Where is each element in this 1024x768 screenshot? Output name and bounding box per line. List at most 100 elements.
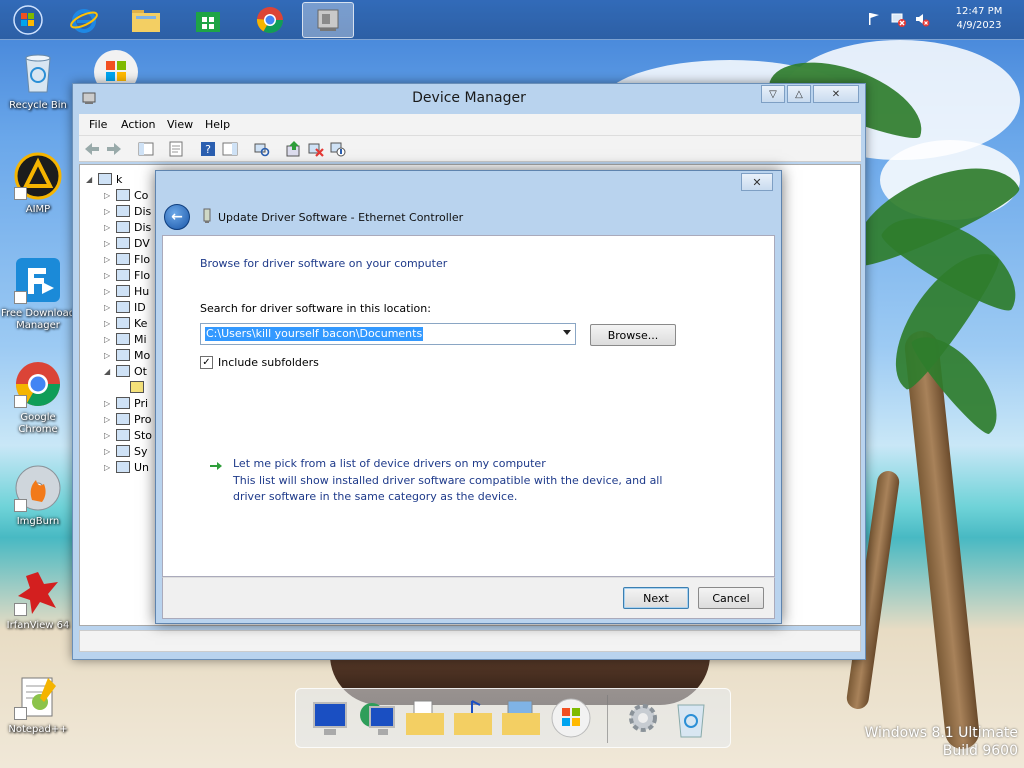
forward-arrow-icon[interactable]: [105, 140, 123, 158]
svg-text:?: ?: [205, 143, 211, 156]
dock-windows[interactable]: [550, 697, 592, 739]
device-manager-icon: [317, 9, 339, 31]
system-clock[interactable]: 12:47 PM 4/9/2023: [954, 5, 1004, 33]
chrome-icon: [256, 7, 284, 34]
tree-item[interactable]: ▷ Mo: [104, 347, 150, 363]
tree-item-expanded[interactable]: ◢ Ot: [104, 363, 147, 379]
close-button[interactable]: ✕: [813, 85, 859, 103]
close-icon: ✕: [831, 88, 841, 100]
computer-icon: [98, 173, 112, 185]
dock-pictures[interactable]: [500, 697, 542, 739]
driver-path-combobox[interactable]: C:\Users\kill yourself bacon\Documents: [200, 323, 576, 345]
recycle-bin-icon: [25, 54, 51, 93]
tree-item[interactable]: ▷ Mi: [104, 331, 147, 347]
taskbar-store[interactable]: [182, 2, 234, 38]
volume-muted-icon[interactable]: [914, 11, 930, 27]
flag-icon[interactable]: [866, 11, 882, 27]
ie-icon: [70, 9, 98, 33]
taskbar-device-manager[interactable]: [302, 2, 354, 38]
dialog-back-button[interactable]: ←: [164, 204, 190, 230]
printer-icon: [116, 397, 130, 409]
menu-view[interactable]: View: [167, 118, 193, 131]
menu-help[interactable]: Help: [205, 118, 230, 131]
shortcut-arrow-icon: [14, 395, 27, 408]
pick-from-list-title[interactable]: Let me pick from a list of device driver…: [233, 457, 546, 470]
keyboard-icon: [116, 317, 130, 329]
tree-item[interactable]: ▷ Hu: [104, 283, 149, 299]
dialog-heading: Browse for driver software on your compu…: [200, 257, 448, 270]
usb-icon: [116, 461, 130, 473]
desktop-icon-irfanview[interactable]: IrfanView 64: [0, 568, 76, 632]
network-error-icon[interactable]: [890, 11, 906, 27]
tree-item[interactable]: ▷ Pro: [104, 411, 151, 427]
search-location-label: Search for driver software in this locat…: [200, 302, 431, 315]
disable-device-icon[interactable]: [329, 140, 347, 158]
update-driver-icon[interactable]: [285, 140, 303, 158]
taskbar-internet-explorer[interactable]: [58, 2, 110, 38]
desktop-icon-notepad-plus-plus[interactable]: Notepad++: [0, 672, 76, 736]
network-globe-icon: [360, 703, 395, 735]
scan-hardware-icon[interactable]: [253, 140, 271, 158]
include-subfolders-checkbox[interactable]: ✓: [200, 356, 213, 369]
taskbar-chrome[interactable]: [244, 2, 296, 38]
tree-root[interactable]: ◢ k: [86, 171, 122, 187]
browse-button[interactable]: Browse...: [590, 324, 676, 346]
desktop-icon-free-download-manager[interactable]: Free Download Manager: [0, 256, 76, 332]
maximize-button[interactable]: △: [787, 85, 811, 103]
desktop-icon-google-chrome[interactable]: Google Chrome: [0, 360, 76, 436]
tree-item[interactable]: ▷ ID: [104, 299, 146, 315]
tree-item[interactable]: ▷ Flo: [104, 251, 150, 267]
watermark-line-1: Windows 8.1 Ultimate: [864, 725, 1019, 741]
storage-controller-icon: [116, 429, 130, 441]
tree-item[interactable]: ▷ Dis: [104, 203, 151, 219]
tree-item[interactable]: ▷ Co: [104, 187, 148, 203]
tree-item[interactable]: ▷ DV: [104, 235, 150, 251]
shortcut-arrow-icon: [14, 603, 27, 616]
dock-bar: [295, 688, 731, 748]
minimize-button[interactable]: ▽: [761, 85, 785, 103]
collapse-arrow-icon[interactable]: ◢: [86, 175, 98, 184]
pictures-folder-icon: [502, 700, 540, 735]
uninstall-device-icon[interactable]: [307, 140, 325, 158]
dialog-close-button[interactable]: ✕: [741, 173, 773, 191]
desktop-icon-label: Google Chrome: [18, 412, 58, 435]
desktop-icon-imgburn[interactable]: ImgBurn: [0, 464, 76, 528]
show-hide-tree-icon[interactable]: [137, 140, 155, 158]
taskbar-file-explorer[interactable]: [120, 2, 172, 38]
floppy-controller-icon: [116, 269, 130, 281]
chevron-down-icon[interactable]: [563, 330, 571, 335]
start-button[interactable]: [2, 2, 54, 38]
back-arrow-icon[interactable]: [83, 140, 101, 158]
cancel-button[interactable]: Cancel: [698, 587, 764, 609]
tree-item[interactable]: ▷ Un: [104, 459, 149, 475]
next-button[interactable]: Next: [623, 587, 689, 609]
help-icon[interactable]: ?: [199, 140, 217, 158]
tree-item-unknown-device[interactable]: [130, 379, 148, 395]
documents-folder-icon: [406, 700, 444, 735]
dock-network[interactable]: [356, 697, 398, 739]
back-arrow-icon: ←: [171, 209, 183, 225]
include-subfolders-label[interactable]: Include subfolders: [218, 356, 319, 369]
dock-recycle-bin[interactable]: [670, 697, 712, 739]
tree-item[interactable]: ▷ Flo: [104, 267, 150, 283]
update-driver-dialog: ✕ ← Update Driver Software - Ethernet Co…: [155, 170, 782, 624]
action-pane-icon[interactable]: [221, 140, 239, 158]
network-adapter-icon: [202, 208, 212, 227]
tree-item[interactable]: ▷ Pri: [104, 395, 148, 411]
dock-settings[interactable]: [622, 697, 664, 739]
tree-item[interactable]: ▷ Ke: [104, 315, 147, 331]
dock-documents[interactable]: [404, 697, 446, 739]
windows-logo-icon: [13, 5, 43, 35]
menu-action[interactable]: Action: [121, 118, 155, 131]
tree-item[interactable]: ▷ Sy: [104, 443, 148, 459]
desktop-icon-label: Free Download Manager: [0, 308, 76, 331]
properties-icon[interactable]: [167, 140, 185, 158]
dock-computer[interactable]: [310, 697, 352, 739]
dock-divider: [607, 695, 608, 743]
tree-item[interactable]: ▷ Dis: [104, 219, 151, 235]
dock-music[interactable]: [452, 697, 494, 739]
desktop-icon-aimp[interactable]: AIMP: [0, 152, 76, 216]
tree-item[interactable]: ▷ Sto: [104, 427, 152, 443]
menu-file[interactable]: File: [89, 118, 107, 131]
desktop-icon-recycle-bin[interactable]: Recycle Bin: [0, 48, 76, 112]
